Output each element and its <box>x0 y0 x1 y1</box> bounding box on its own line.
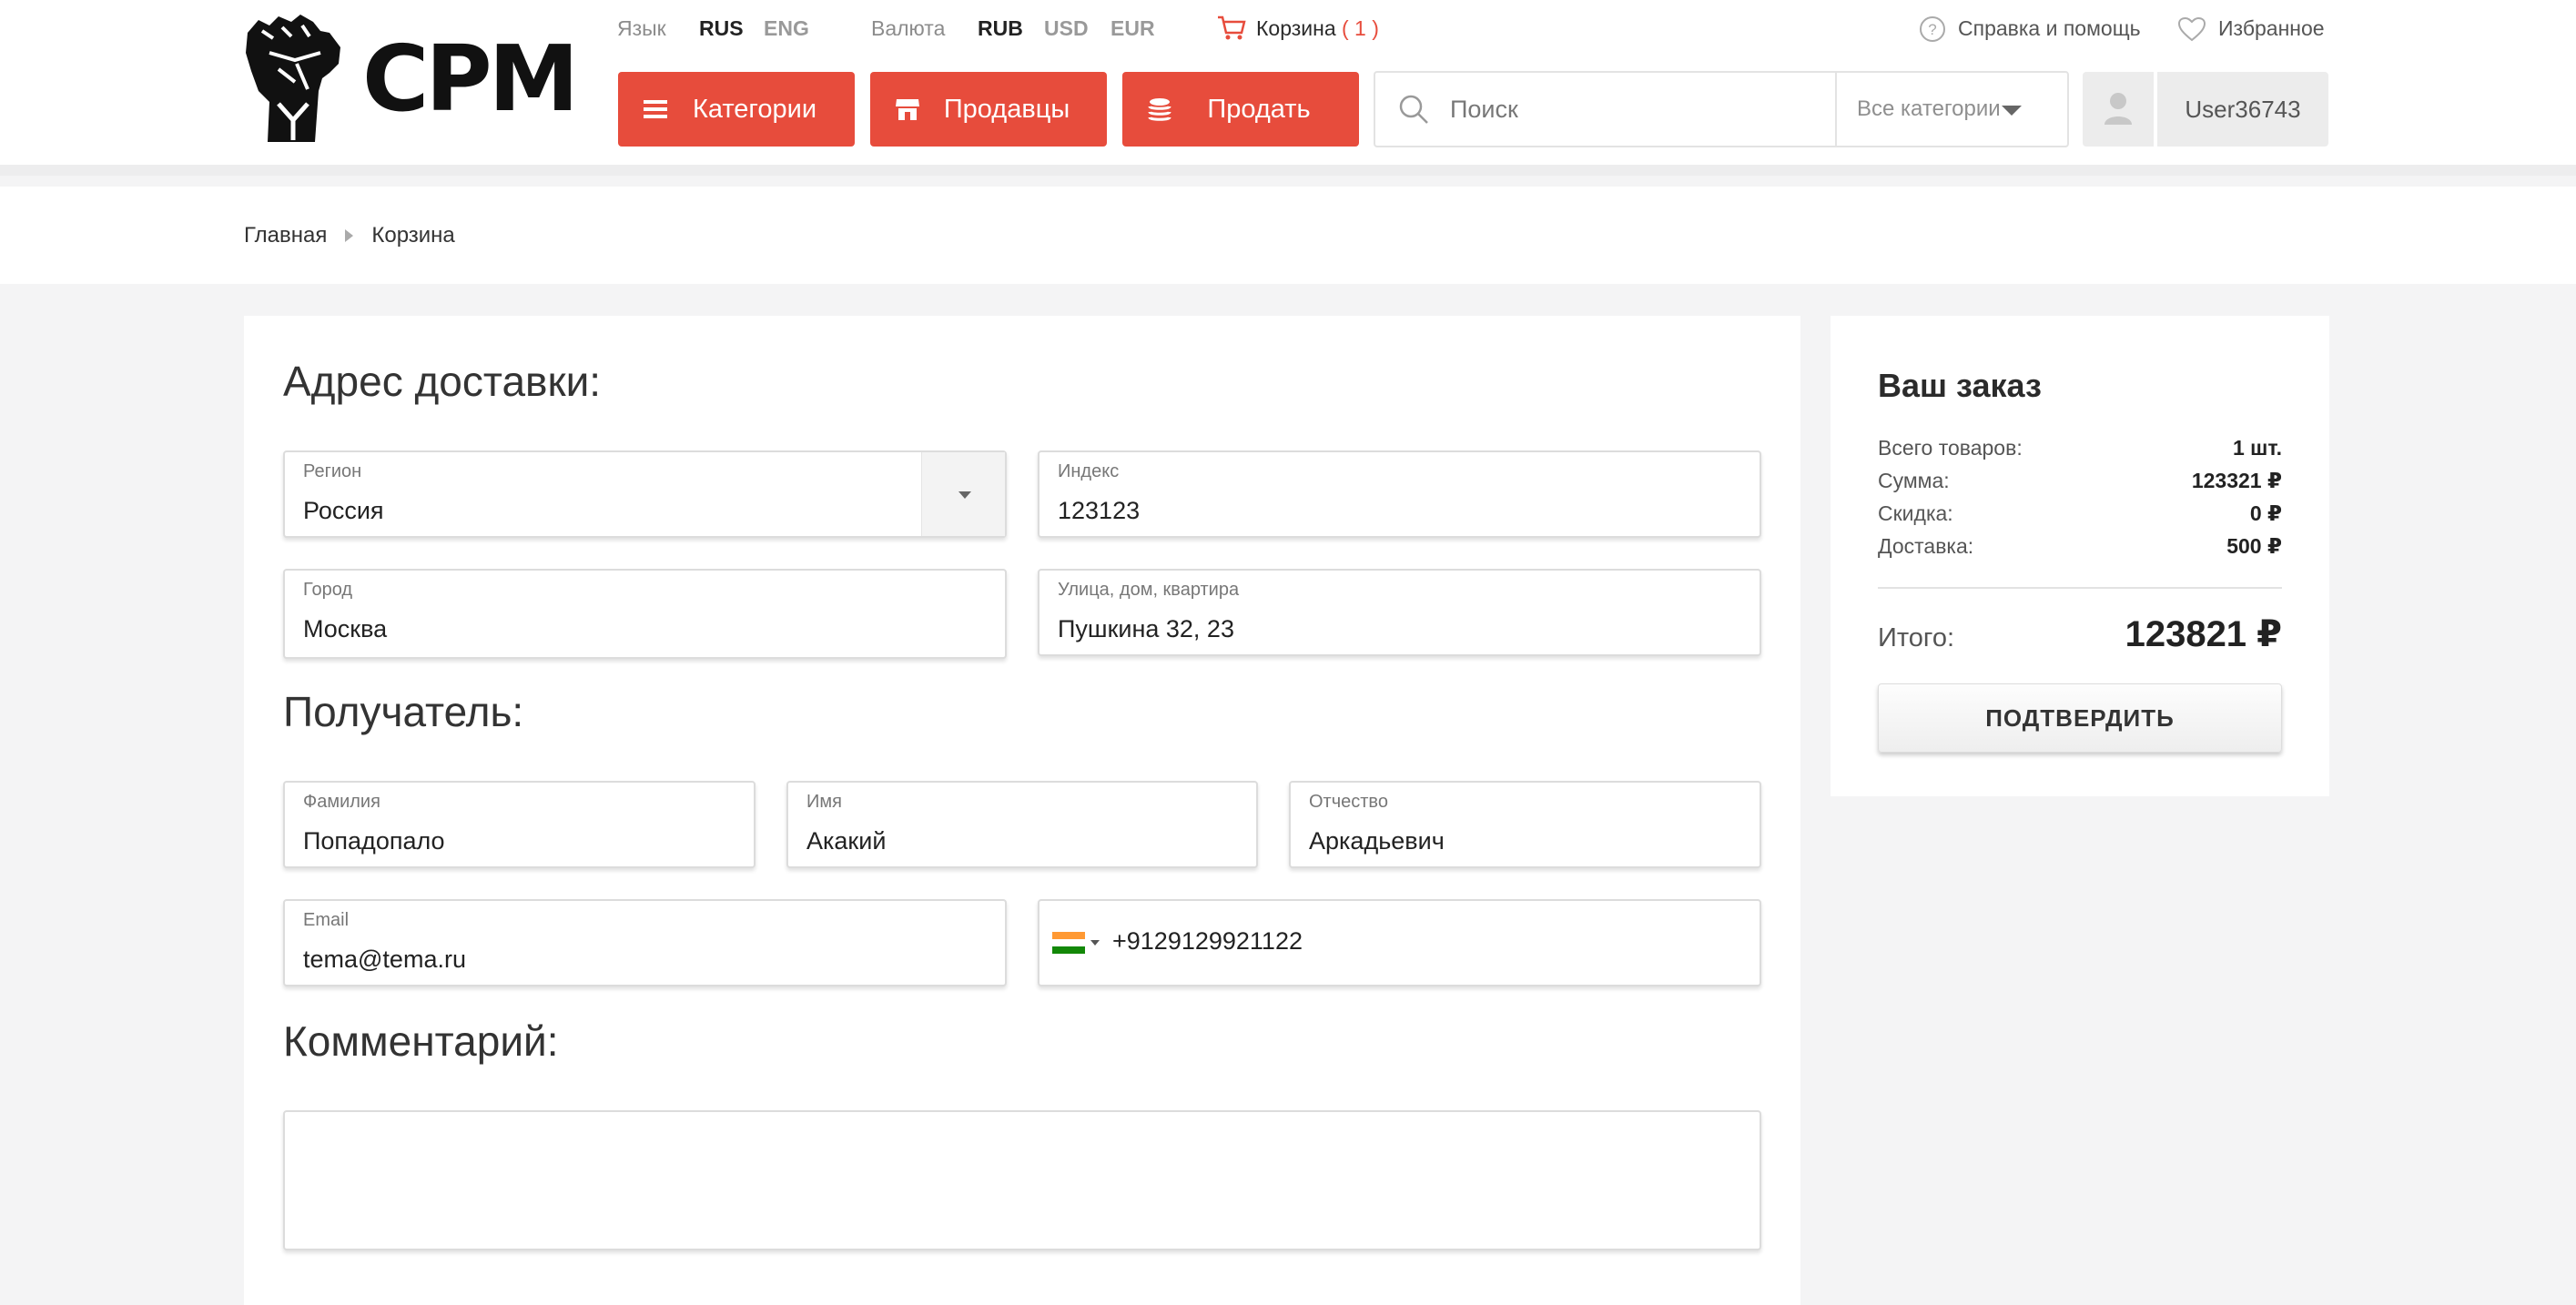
help-icon[interactable]: ? <box>1919 15 1946 48</box>
order-row-label: Всего товаров: <box>1878 436 2023 460</box>
firstname-input[interactable] <box>806 823 1238 859</box>
cart-count: ( 1 ) <box>1342 16 1379 40</box>
search-category-label: Все категории <box>1857 96 2001 121</box>
email-input[interactable] <box>303 941 987 977</box>
order-row-value: 0 ₽ <box>2249 501 2282 525</box>
username[interactable]: User36743 <box>2157 72 2328 147</box>
india-flag-icon[interactable] <box>1052 932 1085 954</box>
breadcrumb-separator-icon <box>345 229 354 242</box>
street-input[interactable] <box>1058 611 1741 647</box>
order-row: Всего товаров: 1 шт. <box>1878 436 2282 460</box>
firstname-label: Имя <box>806 792 842 812</box>
recipient-title: Получатель: <box>283 688 524 735</box>
language-label: Язык <box>617 16 666 40</box>
cart-link[interactable]: Корзина ( 1 ) <box>1256 16 1379 41</box>
sellers-label: Продавцы <box>943 94 1070 124</box>
phone-input[interactable] <box>1112 923 1796 959</box>
language-eng[interactable]: ENG <box>764 16 809 41</box>
top-links: Язык RUS ENG Валюта RUB USD EUR Корзина … <box>0 15 2576 47</box>
flag-stripe-middle <box>1052 939 1085 946</box>
flag-stripe-top <box>1052 932 1085 939</box>
cart-icon[interactable] <box>1216 15 1247 47</box>
breadcrumb-bar: Главная Корзина <box>0 187 2576 284</box>
lastname-label: Фамилия <box>303 792 380 812</box>
order-row-label: Сумма: <box>1878 469 1950 492</box>
street-label: Улица, дом, квартира <box>1058 580 1240 600</box>
comment-textarea[interactable] <box>283 1110 1761 1250</box>
avatar[interactable] <box>2083 72 2154 147</box>
lastname-input[interactable] <box>303 823 735 859</box>
patronymic-field[interactable]: Отчество <box>1289 781 1761 868</box>
categories-button[interactable]: Категории <box>618 72 855 147</box>
order-summary: Ваш заказ Всего товаров: 1 шт. Сумма: 12… <box>1831 316 2329 796</box>
confirm-button[interactable]: ПОДТВЕРДИТЬ <box>1878 683 2282 753</box>
order-title: Ваш заказ <box>1878 367 2042 404</box>
street-field[interactable]: Улица, дом, квартира <box>1038 569 1761 656</box>
breadcrumb-home[interactable]: Главная <box>244 223 327 248</box>
sellers-button[interactable]: Продавцы <box>870 72 1107 147</box>
phone-field[interactable] <box>1038 899 1796 986</box>
region-select[interactable]: Регион <box>283 450 1007 538</box>
sell-label: Продать <box>1207 94 1311 124</box>
order-row-value: 123321 ₽ <box>2191 469 2282 492</box>
delivery-title: Адрес доставки: <box>283 358 602 405</box>
order-row: Доставка: 500 ₽ <box>1878 534 2282 559</box>
comment-title: Комментарий: <box>283 1017 559 1065</box>
city-field[interactable]: Город <box>283 569 1007 659</box>
chevron-down-icon <box>2002 106 2022 116</box>
order-row-value: 1 шт. <box>2233 436 2282 460</box>
city-input[interactable] <box>303 611 987 647</box>
search-bar: Все категории <box>1374 71 2069 147</box>
currency-label: Валюта <box>871 16 946 40</box>
order-row-label: Доставка: <box>1878 534 1974 558</box>
patronymic-label: Отчество <box>1309 792 1388 812</box>
order-row-value: 500 ₽ <box>2226 534 2282 558</box>
flag-stripe-bottom <box>1052 946 1085 954</box>
firstname-field[interactable]: Имя <box>786 781 1258 868</box>
currency-eur[interactable]: EUR <box>1111 16 1155 41</box>
currency-rub[interactable]: RUB <box>978 16 1023 41</box>
order-total-value: 123821 ₽ <box>2125 614 2282 654</box>
email-label: Email <box>303 910 350 930</box>
search-category-select[interactable]: Все категории <box>1835 73 2067 146</box>
chevron-down-icon[interactable] <box>1090 940 1100 946</box>
index-input[interactable] <box>1058 492 1741 529</box>
categories-label: Категории <box>692 94 817 124</box>
help-link[interactable]: Справка и помощь <box>1958 16 2141 41</box>
order-row: Скидка: 0 ₽ <box>1878 501 2282 526</box>
lastname-field[interactable]: Фамилия <box>283 781 756 868</box>
currency-usd[interactable]: USD <box>1044 16 1089 41</box>
svg-text:?: ? <box>1928 21 1936 38</box>
breadcrumb: Главная Корзина <box>244 223 455 248</box>
order-divider <box>1878 587 2282 589</box>
user-menu[interactable]: User36743 <box>2083 72 2328 147</box>
language-rus[interactable]: RUS <box>699 16 744 41</box>
sell-button[interactable]: Продать <box>1122 72 1359 147</box>
region-label: Регион <box>303 461 362 481</box>
index-label: Индекс <box>1058 461 1120 481</box>
patronymic-input[interactable] <box>1309 823 1741 859</box>
email-field[interactable]: Email <box>283 899 1007 986</box>
breadcrumb-current: Корзина <box>371 223 455 248</box>
heart-icon[interactable] <box>2177 16 2206 47</box>
search-icon <box>1399 95 1428 124</box>
cart-label: Корзина <box>1256 16 1336 40</box>
order-total-label: Итого: <box>1878 623 1955 652</box>
order-row-label: Скидка: <box>1878 501 1953 525</box>
region-value[interactable] <box>303 492 904 529</box>
user-icon <box>2104 93 2132 125</box>
logo-text: CPM <box>362 25 579 132</box>
favorites-link[interactable]: Избранное <box>2218 16 2325 41</box>
site-header: CPM Язык RUS ENG Валюта RUB USD EUR Корз… <box>0 0 2576 176</box>
chevron-down-icon[interactable] <box>921 452 1005 536</box>
city-label: Город <box>303 580 353 600</box>
order-row: Сумма: 123321 ₽ <box>1878 469 2282 493</box>
index-field[interactable]: Индекс <box>1038 450 1761 538</box>
